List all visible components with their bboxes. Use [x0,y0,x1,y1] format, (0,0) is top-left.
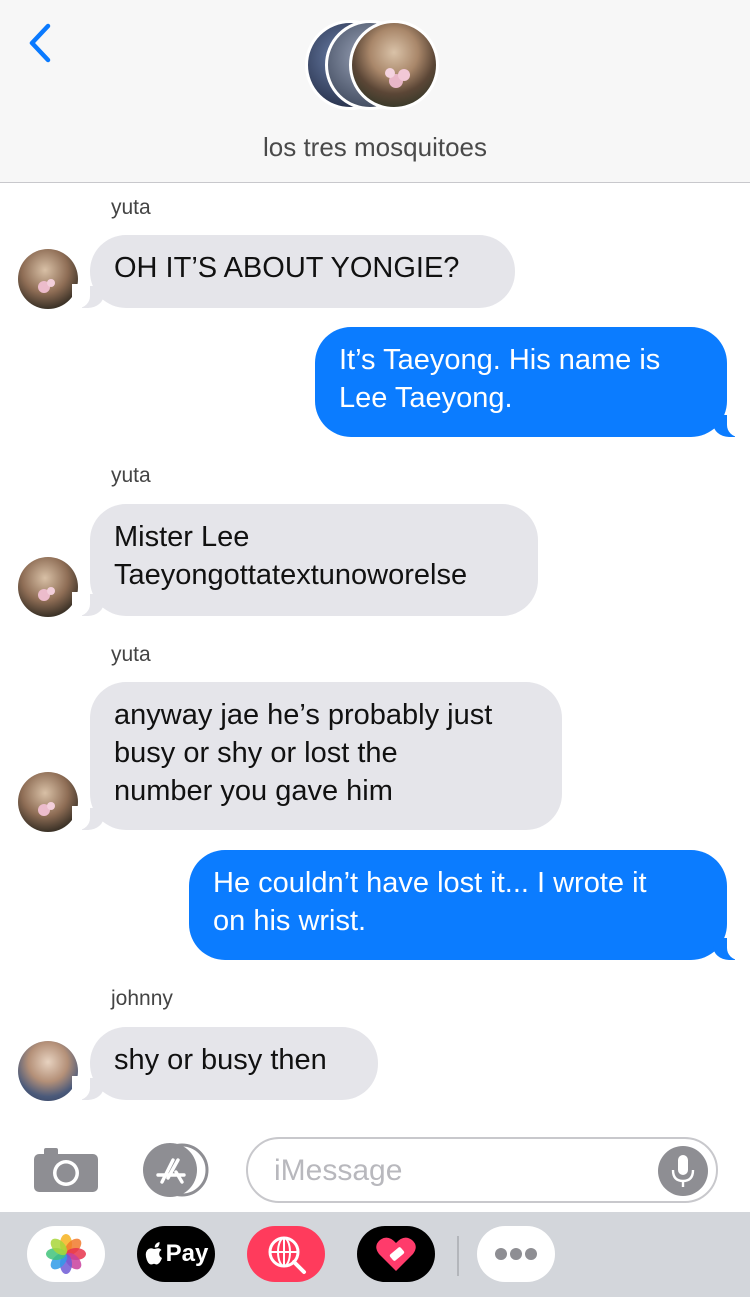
microphone-icon [671,1155,695,1187]
outgoing-message-bubble[interactable]: It’s Taeyong. His name is Lee Taeyong. [315,327,745,437]
globe-search-icon [268,1236,306,1274]
photos-app-button[interactable] [27,1226,105,1282]
avatar[interactable] [18,772,78,832]
flower-icon [38,279,55,293]
apple-pay-button[interactable]: Pay [137,1226,215,1282]
incoming-message-bubble[interactable]: OH IT’S ABOUT YONGIE? [72,235,515,308]
avatar[interactable] [18,557,78,617]
more-apps-button[interactable] [477,1226,555,1282]
incoming-message-bubble[interactable]: anyway jae he’s probably just busy or sh… [72,682,562,830]
back-button[interactable] [24,22,60,64]
tray-divider [457,1236,459,1276]
sender-name: yuta [111,464,151,487]
microphone-button[interactable] [658,1146,708,1196]
incoming-message-bubble[interactable]: Mister Lee Taeyongottatextunoworelse [72,504,538,616]
message-input-field[interactable] [246,1137,718,1203]
chevron-left-icon [29,23,51,63]
camera-icon [34,1148,98,1192]
web-images-search-button[interactable] [247,1226,325,1282]
sender-name: yuta [111,643,151,666]
ellipsis-icon [495,1248,537,1260]
digital-touch-button[interactable] [357,1226,435,1282]
group-name[interactable]: los tres mosquitoes [0,132,750,163]
sender-name: yuta [111,196,151,219]
group-avatar-stack[interactable] [305,20,445,115]
flower-icon [385,68,410,88]
photos-icon [46,1234,86,1274]
outgoing-message-bubble[interactable]: He couldn’t have lost it... I wrote it o… [189,850,745,960]
avatar [349,20,439,110]
sender-name: johnny [111,987,173,1010]
avatar[interactable] [18,249,78,309]
apple-icon [145,1242,162,1265]
incoming-message-bubble[interactable]: shy or busy then [72,1027,378,1100]
apple-pay-label: Pay [165,1240,209,1267]
flower-icon [38,802,55,816]
conversation-header: los tres mosquitoes [0,0,750,183]
imessage-app-tray: Pay [0,1212,750,1297]
avatar[interactable] [18,1041,78,1101]
heart-icon [376,1237,416,1271]
app-store-icon [143,1143,209,1197]
camera-button[interactable] [32,1144,100,1194]
app-store-button[interactable] [140,1142,212,1198]
imessage-input[interactable] [272,1149,646,1193]
flower-icon [38,587,55,601]
